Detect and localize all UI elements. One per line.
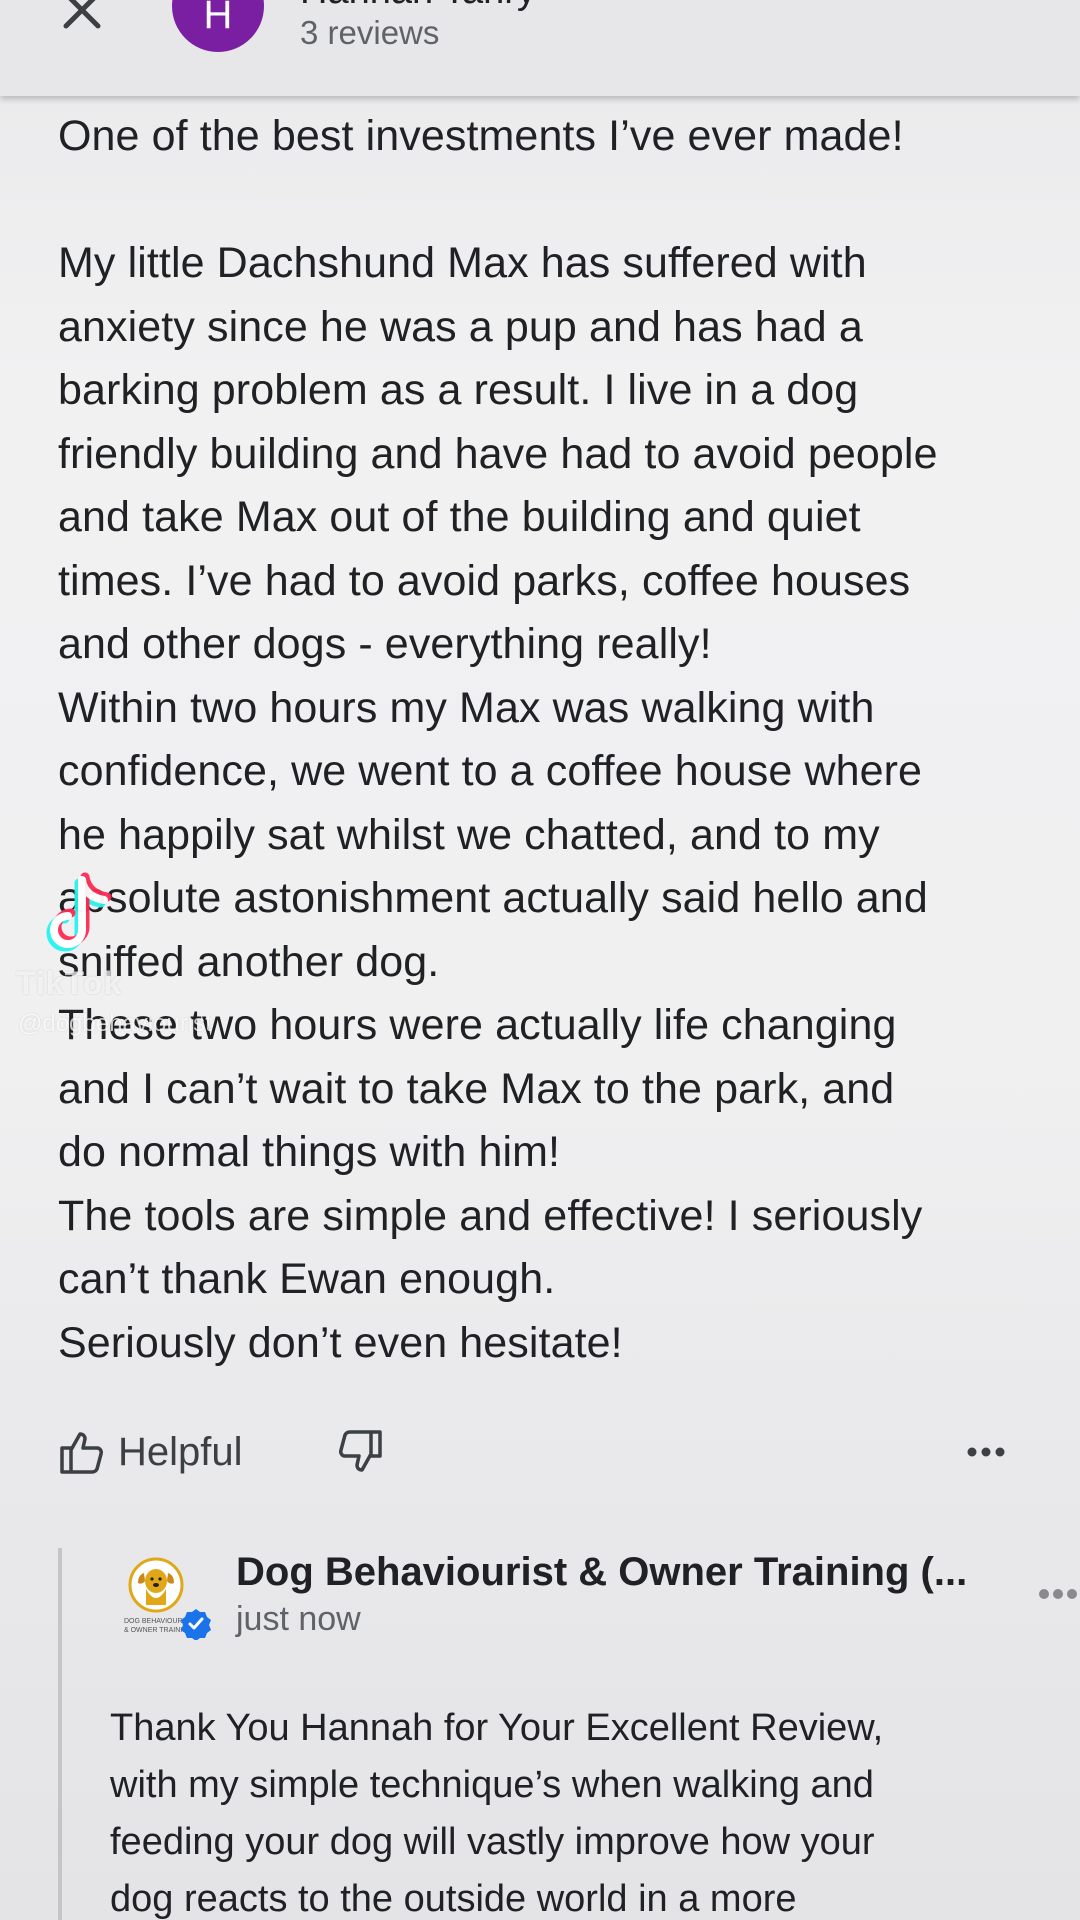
tiktok-brand-text: TikTok — [16, 965, 123, 1001]
reply-line: feeding your dog will vastly improve how… — [110, 1821, 875, 1863]
reply-line: with my simple technique’s when walking … — [110, 1764, 874, 1806]
review-line: and other dogs - everything really! — [58, 620, 712, 668]
reviewer-name[interactable]: Hannah Tanry — [300, 0, 536, 13]
thumbs-down-icon[interactable] — [336, 1428, 384, 1476]
review-line: and take Max out of the building and qui… — [58, 493, 861, 541]
more-options-icon[interactable] — [966, 1446, 1006, 1458]
review-line: friendly building and have had to avoid … — [58, 429, 938, 478]
review-header: H Hannah Tanry 3 reviews — [0, 0, 1080, 96]
owner-reply-text: Thank You Hannah for Your Excellent Revi… — [110, 1700, 1050, 1920]
review-detail-screen: H Hannah Tanry 3 reviews One of the best… — [0, 0, 1080, 1920]
tiktok-logo-icon — [46, 872, 112, 952]
review-count: 3 reviews — [300, 14, 440, 51]
review-line: sniffed another dog. — [58, 937, 440, 986]
review-line: absolute astonishment actually said hell… — [58, 874, 928, 922]
helpful-button[interactable]: Helpful — [58, 1428, 243, 1476]
reply-line: dog reacts to the outside world in a mor… — [110, 1878, 797, 1920]
review-line: barking problem as a result. I live in a… — [58, 366, 859, 414]
review-line: Within two hours my Max was walking with — [58, 683, 875, 732]
review-actions: Helpful — [58, 1428, 1018, 1488]
reply-indent-bar — [58, 1548, 62, 1920]
review-line: times. I’ve had to avoid parks, coffee h… — [58, 556, 911, 605]
reply-more-options-icon[interactable] — [1038, 1588, 1078, 1600]
reply-timestamp: just now — [236, 1600, 361, 1638]
reply-line: Thank You Hannah for Your Excellent Revi… — [110, 1707, 884, 1749]
verified-badge-icon — [181, 1609, 211, 1640]
avatar-initial: H — [203, 0, 233, 37]
close-icon[interactable] — [58, 0, 106, 34]
review-line: do normal things with him! — [58, 1128, 561, 1176]
thumbs-up-icon — [60, 1432, 103, 1474]
owner-name[interactable]: Dog Behaviourist & Owner Training (... — [236, 1550, 967, 1595]
review-spacer — [58, 169, 1038, 233]
review-line: My little Dachshund Max has suffered wit… — [58, 239, 867, 287]
review-line: confidence, we went to a coffee house wh… — [58, 747, 923, 795]
review-line: The tools are simple and effective! I se… — [58, 1191, 923, 1240]
review-line: Seriously don’t even hesitate! — [58, 1318, 623, 1367]
review-line: he happily sat whilst we chatted, and to… — [58, 810, 880, 859]
reviewer-avatar[interactable]: H — [172, 0, 264, 52]
review-line: and I can’t wait to take Max to the park… — [58, 1064, 895, 1113]
helpful-label: Helpful — [118, 1429, 243, 1474]
review-line: can’t thank Ewan enough. — [58, 1255, 556, 1303]
review-line: One of the best investments I’ve ever ma… — [58, 112, 904, 160]
review-text: One of the best investments I’ve ever ma… — [58, 105, 1038, 1375]
review-line: anxiety since he was a pup and has had a — [58, 302, 863, 351]
tiktok-handle: @dogbehaviourist — [18, 1010, 212, 1037]
